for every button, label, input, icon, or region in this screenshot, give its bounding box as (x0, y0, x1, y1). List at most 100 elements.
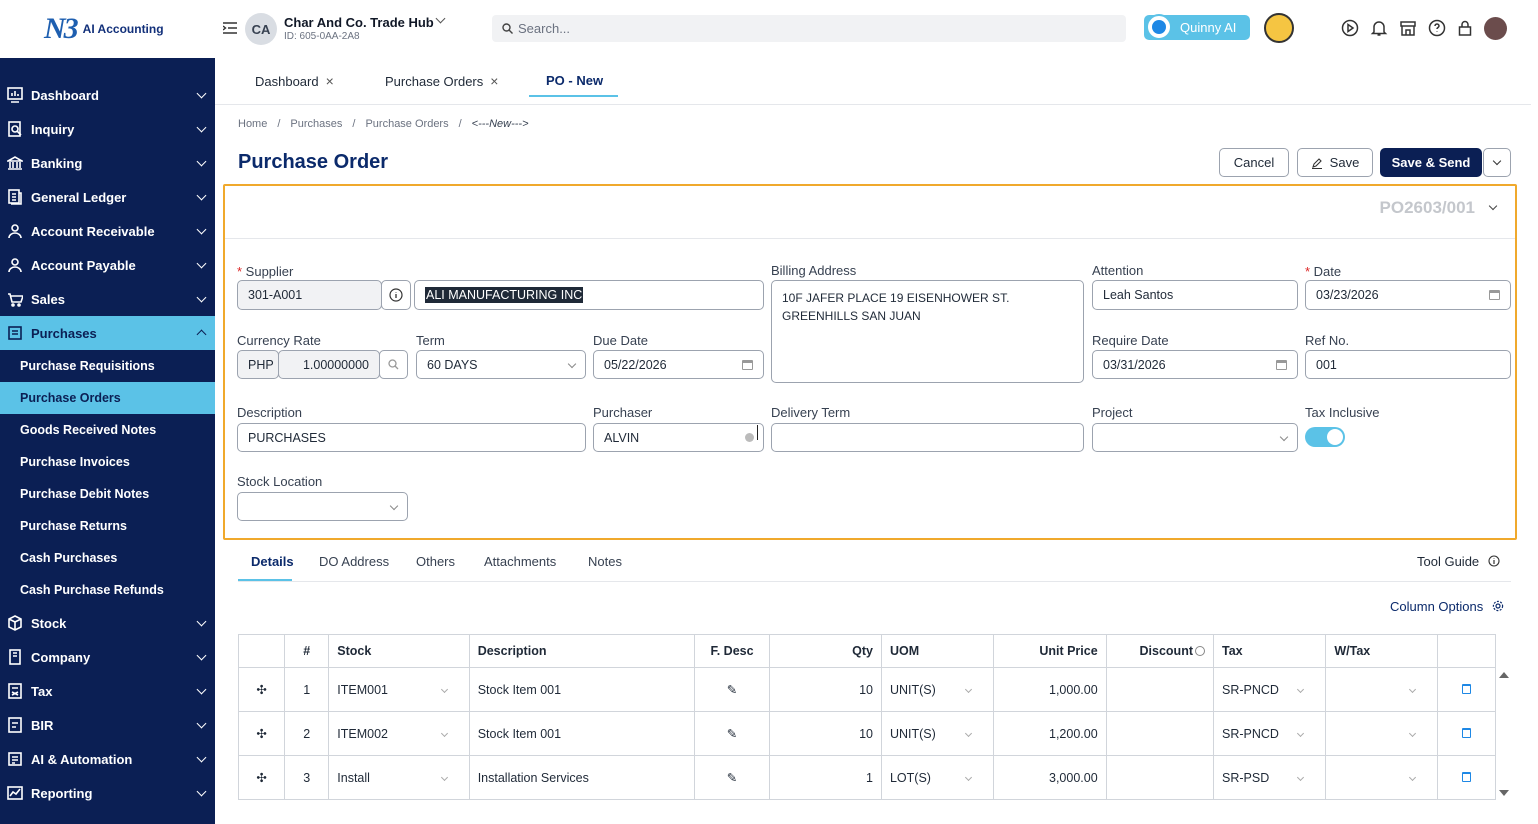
drag-handle-icon[interactable]: ✣ (237, 711, 286, 756)
tab-purchase-orders[interactable]: Purchase Orders × (385, 73, 498, 89)
tab-others[interactable]: Others (416, 554, 455, 569)
play-icon[interactable] (1341, 19, 1359, 37)
close-icon[interactable]: × (326, 73, 334, 89)
help-icon[interactable] (1428, 19, 1446, 37)
calendar-icon[interactable] (742, 360, 753, 370)
quinny-ai-button[interactable]: Quinny AI (1144, 14, 1250, 40)
tax-inclusive-toggle[interactable] (1305, 427, 1345, 447)
col-qty[interactable]: Qty (768, 634, 882, 668)
discount-cell[interactable] (1105, 667, 1215, 712)
calendar-icon[interactable] (1489, 290, 1500, 300)
description-field[interactable]: PURCHASES (237, 423, 586, 452)
calendar-icon[interactable] (1276, 360, 1287, 370)
qty-cell[interactable]: 1 (768, 755, 882, 800)
sidebar-item-inquiry[interactable]: Inquiry (0, 112, 215, 146)
delete-row-button[interactable] (1436, 667, 1497, 712)
sidebar-item-ai-automation[interactable]: AI & Automation (0, 742, 215, 776)
due-date-field[interactable]: 05/22/2026 (593, 350, 764, 379)
chevron-down-icon[interactable] (435, 13, 446, 24)
project-select[interactable] (1092, 423, 1298, 452)
delete-row-button[interactable] (1436, 755, 1497, 800)
billing-address-field[interactable]: 10F JAFER PLACE 19 EISENHOWER ST. GREENH… (771, 280, 1084, 383)
save-send-button[interactable]: Save & Send (1380, 148, 1482, 177)
tax-select[interactable]: SR-PNCD (1212, 667, 1327, 712)
tool-guide-button[interactable]: Tool Guide (1417, 554, 1500, 569)
uom-select[interactable]: UNIT(S) (880, 711, 995, 756)
description-cell[interactable]: Stock Item 001 (468, 711, 696, 756)
company-name[interactable]: Char And Co. Trade Hub (284, 15, 434, 30)
stock-select[interactable]: Install (328, 755, 470, 800)
search-input[interactable]: Search... (492, 15, 1126, 42)
term-select[interactable]: 60 DAYS (416, 350, 586, 379)
edit-description-icon[interactable]: ✎ (694, 667, 770, 712)
sidebar-item-account-payable[interactable]: Account Payable (0, 248, 215, 282)
ref-no-field[interactable]: 001 (1305, 350, 1511, 379)
tax-select[interactable]: SR-PNCD (1212, 711, 1327, 756)
breadcrumb-purchase-orders[interactable]: Purchase Orders (365, 118, 448, 130)
breadcrumb-purchases[interactable]: Purchases (290, 118, 342, 130)
sidebar-item-purchases[interactable]: Purchases (0, 316, 215, 350)
sidebar-item-bir[interactable]: BIR (0, 708, 215, 742)
sidebar-item-banking[interactable]: Banking (0, 146, 215, 180)
tab-po-new[interactable]: PO - New (546, 73, 603, 88)
drag-handle-icon[interactable]: ✣ (237, 755, 286, 800)
stock-select[interactable]: ITEM002 (328, 711, 470, 756)
attention-field[interactable]: Leah Santos (1092, 280, 1298, 310)
sidebar-item-account-receivable[interactable]: Account Receivable (0, 214, 215, 248)
tab-dashboard[interactable]: Dashboard × (255, 73, 334, 89)
tab-notes[interactable]: Notes (588, 554, 622, 569)
qty-cell[interactable]: 10 (768, 711, 882, 756)
wtax-select[interactable] (1325, 667, 1438, 712)
uom-select[interactable]: LOT(S) (880, 755, 995, 800)
logo[interactable]: N3 AI Accounting (0, 0, 215, 58)
close-icon[interactable]: × (490, 73, 498, 89)
tab-details[interactable]: Details (251, 554, 294, 569)
mascot-icon[interactable] (1264, 13, 1294, 43)
sidebar-subitem-cash-purchase-refunds[interactable]: Cash Purchase Refunds (0, 574, 215, 606)
col-tax[interactable]: Tax (1212, 634, 1327, 668)
delete-row-button[interactable] (1436, 711, 1497, 756)
uom-select[interactable]: UNIT(S) (880, 667, 995, 712)
col-description[interactable]: Description (468, 634, 696, 668)
sidebar-subitem-purchase-orders[interactable]: Purchase Orders (0, 382, 215, 414)
help-icon[interactable] (1195, 646, 1205, 656)
sidebar-subitem-purchase-invoices[interactable]: Purchase Invoices (0, 446, 215, 478)
delivery-term-field[interactable] (771, 423, 1084, 452)
store-icon[interactable] (1399, 19, 1417, 37)
lock-icon[interactable] (1456, 19, 1474, 37)
supplier-code-field[interactable]: 301-A001 (237, 280, 382, 310)
col-unit-price[interactable]: Unit Price (993, 634, 1107, 668)
stock-select[interactable]: ITEM001 (328, 667, 470, 712)
description-cell[interactable]: Installation Services (468, 755, 696, 800)
breadcrumb-home[interactable]: Home (238, 118, 267, 130)
col-stock[interactable]: Stock (328, 634, 470, 668)
description-cell[interactable]: Stock Item 001 (468, 667, 696, 712)
discount-cell[interactable] (1105, 755, 1215, 800)
unit-price-cell[interactable]: 1,200.00 (993, 711, 1107, 756)
sidebar-subitem-purchase-debit-notes[interactable]: Purchase Debit Notes (0, 478, 215, 510)
bell-icon[interactable] (1370, 19, 1388, 37)
col-discount[interactable]: Discount (1105, 634, 1215, 668)
chevron-down-icon[interactable] (1488, 201, 1498, 211)
sidebar-item-general-ledger[interactable]: General Ledger (0, 180, 215, 214)
edit-description-icon[interactable]: ✎ (694, 711, 770, 756)
clear-icon[interactable] (745, 433, 754, 442)
company-avatar[interactable]: CA (245, 13, 277, 45)
discount-cell[interactable] (1105, 711, 1215, 756)
date-field[interactable]: 03/23/2026 (1305, 280, 1511, 310)
sidebar-item-stock[interactable]: Stock (0, 606, 215, 640)
rate-search-button[interactable] (379, 350, 408, 379)
unit-price-cell[interactable]: 1,000.00 (993, 667, 1107, 712)
stock-location-select[interactable] (237, 492, 408, 521)
sidebar-subitem-cash-purchases[interactable]: Cash Purchases (0, 542, 215, 574)
user-avatar[interactable] (1484, 17, 1507, 40)
col-f-desc[interactable]: F. Desc (694, 634, 770, 668)
cancel-button[interactable]: Cancel (1219, 148, 1289, 177)
col-uom[interactable]: UOM (880, 634, 995, 668)
more-actions-button[interactable] (1483, 148, 1511, 177)
qty-cell[interactable]: 10 (768, 667, 882, 712)
tab-do-address[interactable]: DO Address (319, 554, 389, 569)
supplier-name-field[interactable]: ALI MANUFACTURING INC (414, 280, 764, 310)
sidebar-subitem-purchase-requisitions[interactable]: Purchase Requisitions (0, 350, 215, 382)
sidebar-item-dashboard[interactable]: Dashboard (0, 78, 215, 112)
